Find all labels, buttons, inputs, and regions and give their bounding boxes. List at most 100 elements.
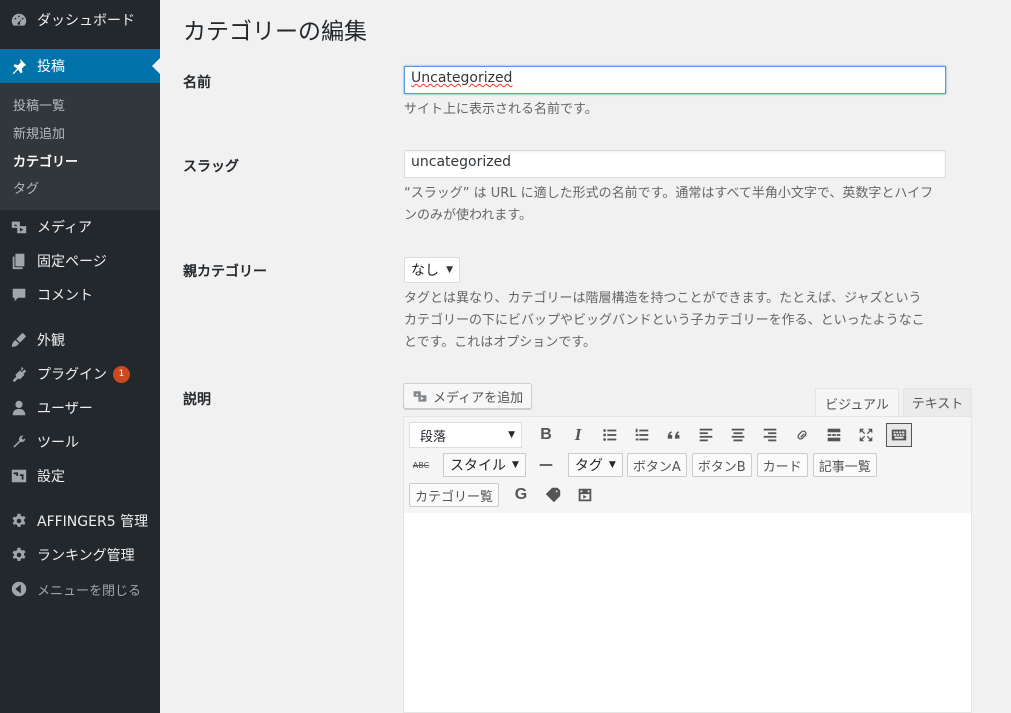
format-select[interactable]: 段落 ▼ bbox=[409, 422, 522, 448]
parent-desc-line-1: タグとは異なり、カテゴリーは階層構造を持つことができます。たとえば、ジャズという bbox=[404, 291, 922, 306]
tag-dropdown-label: タグ bbox=[574, 458, 603, 474]
menu-pages-label: 固定ページ bbox=[37, 254, 107, 270]
tags-icon bbox=[545, 487, 561, 503]
dropdown-arrow-icon: ▼ bbox=[446, 265, 453, 275]
menu-dashboard[interactable]: ダッシュボード bbox=[0, 3, 160, 37]
format-select-value: 段落 bbox=[420, 429, 447, 445]
brush-icon bbox=[9, 330, 29, 350]
parent-desc-line-3: とです。これはオプションです。 bbox=[404, 335, 597, 350]
menu-appearance[interactable]: 外観 bbox=[0, 323, 160, 357]
google-button[interactable]: G bbox=[509, 483, 533, 507]
style-dropdown-label: スタイル bbox=[450, 458, 506, 474]
align-left-button[interactable] bbox=[694, 423, 718, 447]
settings-sliders-icon bbox=[9, 466, 29, 486]
fullscreen-button[interactable] bbox=[854, 423, 878, 447]
insert-link-button[interactable] bbox=[790, 423, 814, 447]
menu-plugins-label: プラグイン bbox=[37, 367, 107, 383]
card-button[interactable]: カード bbox=[756, 453, 808, 477]
media-icon bbox=[9, 217, 29, 237]
media-icon bbox=[413, 391, 427, 402]
tab-visual[interactable]: ビジュアル bbox=[815, 388, 899, 417]
comment-icon bbox=[9, 285, 29, 305]
align-left-icon bbox=[699, 428, 713, 442]
align-right-button[interactable] bbox=[758, 423, 782, 447]
slug-desc-line-2: ンのみが使われます。 bbox=[404, 208, 533, 223]
toolbar-toggle-button[interactable] bbox=[886, 423, 912, 447]
description-editor[interactable] bbox=[403, 513, 972, 713]
slug-desc-line-1: “スラッグ” は URL に適した形式の名前です。通常はすべて半角小文字で、英数… bbox=[404, 186, 934, 201]
fullscreen-icon bbox=[859, 428, 873, 442]
google-icon: G bbox=[514, 486, 528, 503]
read-more-icon bbox=[827, 428, 841, 442]
wrench-icon bbox=[9, 432, 29, 452]
user-icon bbox=[9, 398, 29, 418]
align-right-icon bbox=[763, 428, 777, 442]
menu-dashboard-label: ダッシュボード bbox=[37, 13, 135, 29]
menu-comments-label: コメント bbox=[37, 288, 93, 304]
horizontal-rule-icon bbox=[539, 464, 553, 466]
menu-media-label: メディア bbox=[37, 220, 93, 236]
tag-dropdown[interactable]: タグ ▼ bbox=[567, 453, 623, 477]
plugin-icon bbox=[9, 364, 29, 384]
menu-affinger-label: AFFINGER5 管理 bbox=[37, 514, 149, 530]
toolbar-row-1: 段落 ▼ B I bbox=[409, 422, 920, 448]
button-b-button[interactable]: ボタンB bbox=[691, 453, 752, 477]
menu-comments[interactable]: コメント bbox=[0, 278, 160, 312]
strikethrough-button[interactable]: ABC bbox=[409, 453, 433, 477]
menu-affinger[interactable]: AFFINGER5 管理 bbox=[0, 504, 160, 538]
add-media-button[interactable]: メディアを追加 bbox=[403, 383, 533, 409]
pin-icon bbox=[9, 56, 29, 76]
parent-select-value: なし bbox=[411, 263, 439, 279]
editor-toolbar: 段落 ▼ B I ABC スタイル ▼ タグ ▼ ボタンA ボタンB カード 記… bbox=[403, 416, 972, 514]
numbered-list-icon bbox=[635, 428, 649, 441]
page-title: カテゴリーの編集 bbox=[183, 19, 367, 45]
pages-icon bbox=[9, 251, 29, 271]
tag-button[interactable] bbox=[541, 483, 565, 507]
menu-ranking[interactable]: ランキング管理 bbox=[0, 538, 160, 572]
submenu-add-new[interactable]: 新規追加 bbox=[13, 123, 65, 142]
submenu-categories[interactable]: カテゴリー bbox=[13, 151, 78, 170]
menu-collapse[interactable]: メニューを閉じる bbox=[0, 572, 160, 606]
video-button[interactable] bbox=[573, 483, 597, 507]
menu-users[interactable]: ユーザー bbox=[0, 391, 160, 425]
bold-icon: B bbox=[540, 426, 552, 443]
parent-description: タグとは異なり、カテゴリーは階層構造を持つことができます。たとえば、ジャズという… bbox=[404, 288, 974, 354]
name-input[interactable]: Uncategorized bbox=[404, 66, 946, 94]
style-dropdown[interactable]: スタイル ▼ bbox=[443, 453, 526, 477]
article-list-button[interactable]: 記事一覧 bbox=[812, 453, 877, 477]
toolbar-row-3: カテゴリー覧 G bbox=[409, 482, 605, 508]
button-a-button[interactable]: ボタンA bbox=[626, 453, 687, 477]
name-description: サイト上に表示される名前です。 bbox=[404, 102, 598, 117]
menu-settings-label: 設定 bbox=[37, 469, 65, 485]
italic-button[interactable]: I bbox=[566, 423, 590, 447]
slug-input[interactable]: uncategorized bbox=[404, 150, 946, 178]
dropdown-arrow-icon: ▼ bbox=[512, 460, 519, 470]
menu-collapse-label: メニューを閉じる bbox=[37, 583, 142, 599]
submenu-all-posts[interactable]: 投稿一覧 bbox=[13, 95, 65, 114]
menu-appearance-label: 外観 bbox=[37, 333, 65, 349]
dropdown-arrow-icon: ▼ bbox=[508, 430, 515, 440]
tab-text[interactable]: テキスト bbox=[903, 388, 972, 417]
numbered-list-button[interactable] bbox=[630, 423, 654, 447]
bullet-list-button[interactable] bbox=[598, 423, 622, 447]
strikethrough-icon: ABC bbox=[412, 460, 430, 470]
category-list-button[interactable]: カテゴリー覧 bbox=[409, 483, 500, 507]
blockquote-button[interactable] bbox=[662, 423, 686, 447]
menu-settings[interactable]: 設定 bbox=[0, 459, 160, 493]
toolbar-row-2: ABC スタイル ▼ タグ ▼ ボタンA ボタンB カード 記事一覧 bbox=[409, 452, 882, 478]
menu-posts-label: 投稿 bbox=[37, 59, 65, 75]
menu-tools[interactable]: ツール bbox=[0, 425, 160, 459]
admin-sidebar: ダッシュボード 投稿 投稿一覧 新規追加 カテゴリー タグ メディア 固定ページ… bbox=[0, 0, 160, 713]
menu-posts[interactable]: 投稿 bbox=[0, 49, 160, 83]
bold-button[interactable]: B bbox=[534, 423, 558, 447]
align-center-button[interactable] bbox=[726, 423, 750, 447]
horizontal-rule-button[interactable] bbox=[534, 453, 558, 477]
submenu-tags[interactable]: タグ bbox=[13, 178, 39, 197]
parent-select[interactable]: なし ▼ bbox=[404, 257, 460, 283]
read-more-button[interactable] bbox=[822, 423, 846, 447]
gear-icon bbox=[9, 545, 29, 565]
menu-plugins[interactable]: プラグイン 1 bbox=[0, 357, 160, 391]
add-media-label: メディアを追加 bbox=[433, 390, 524, 406]
menu-media[interactable]: メディア bbox=[0, 210, 160, 244]
menu-pages[interactable]: 固定ページ bbox=[0, 244, 160, 278]
